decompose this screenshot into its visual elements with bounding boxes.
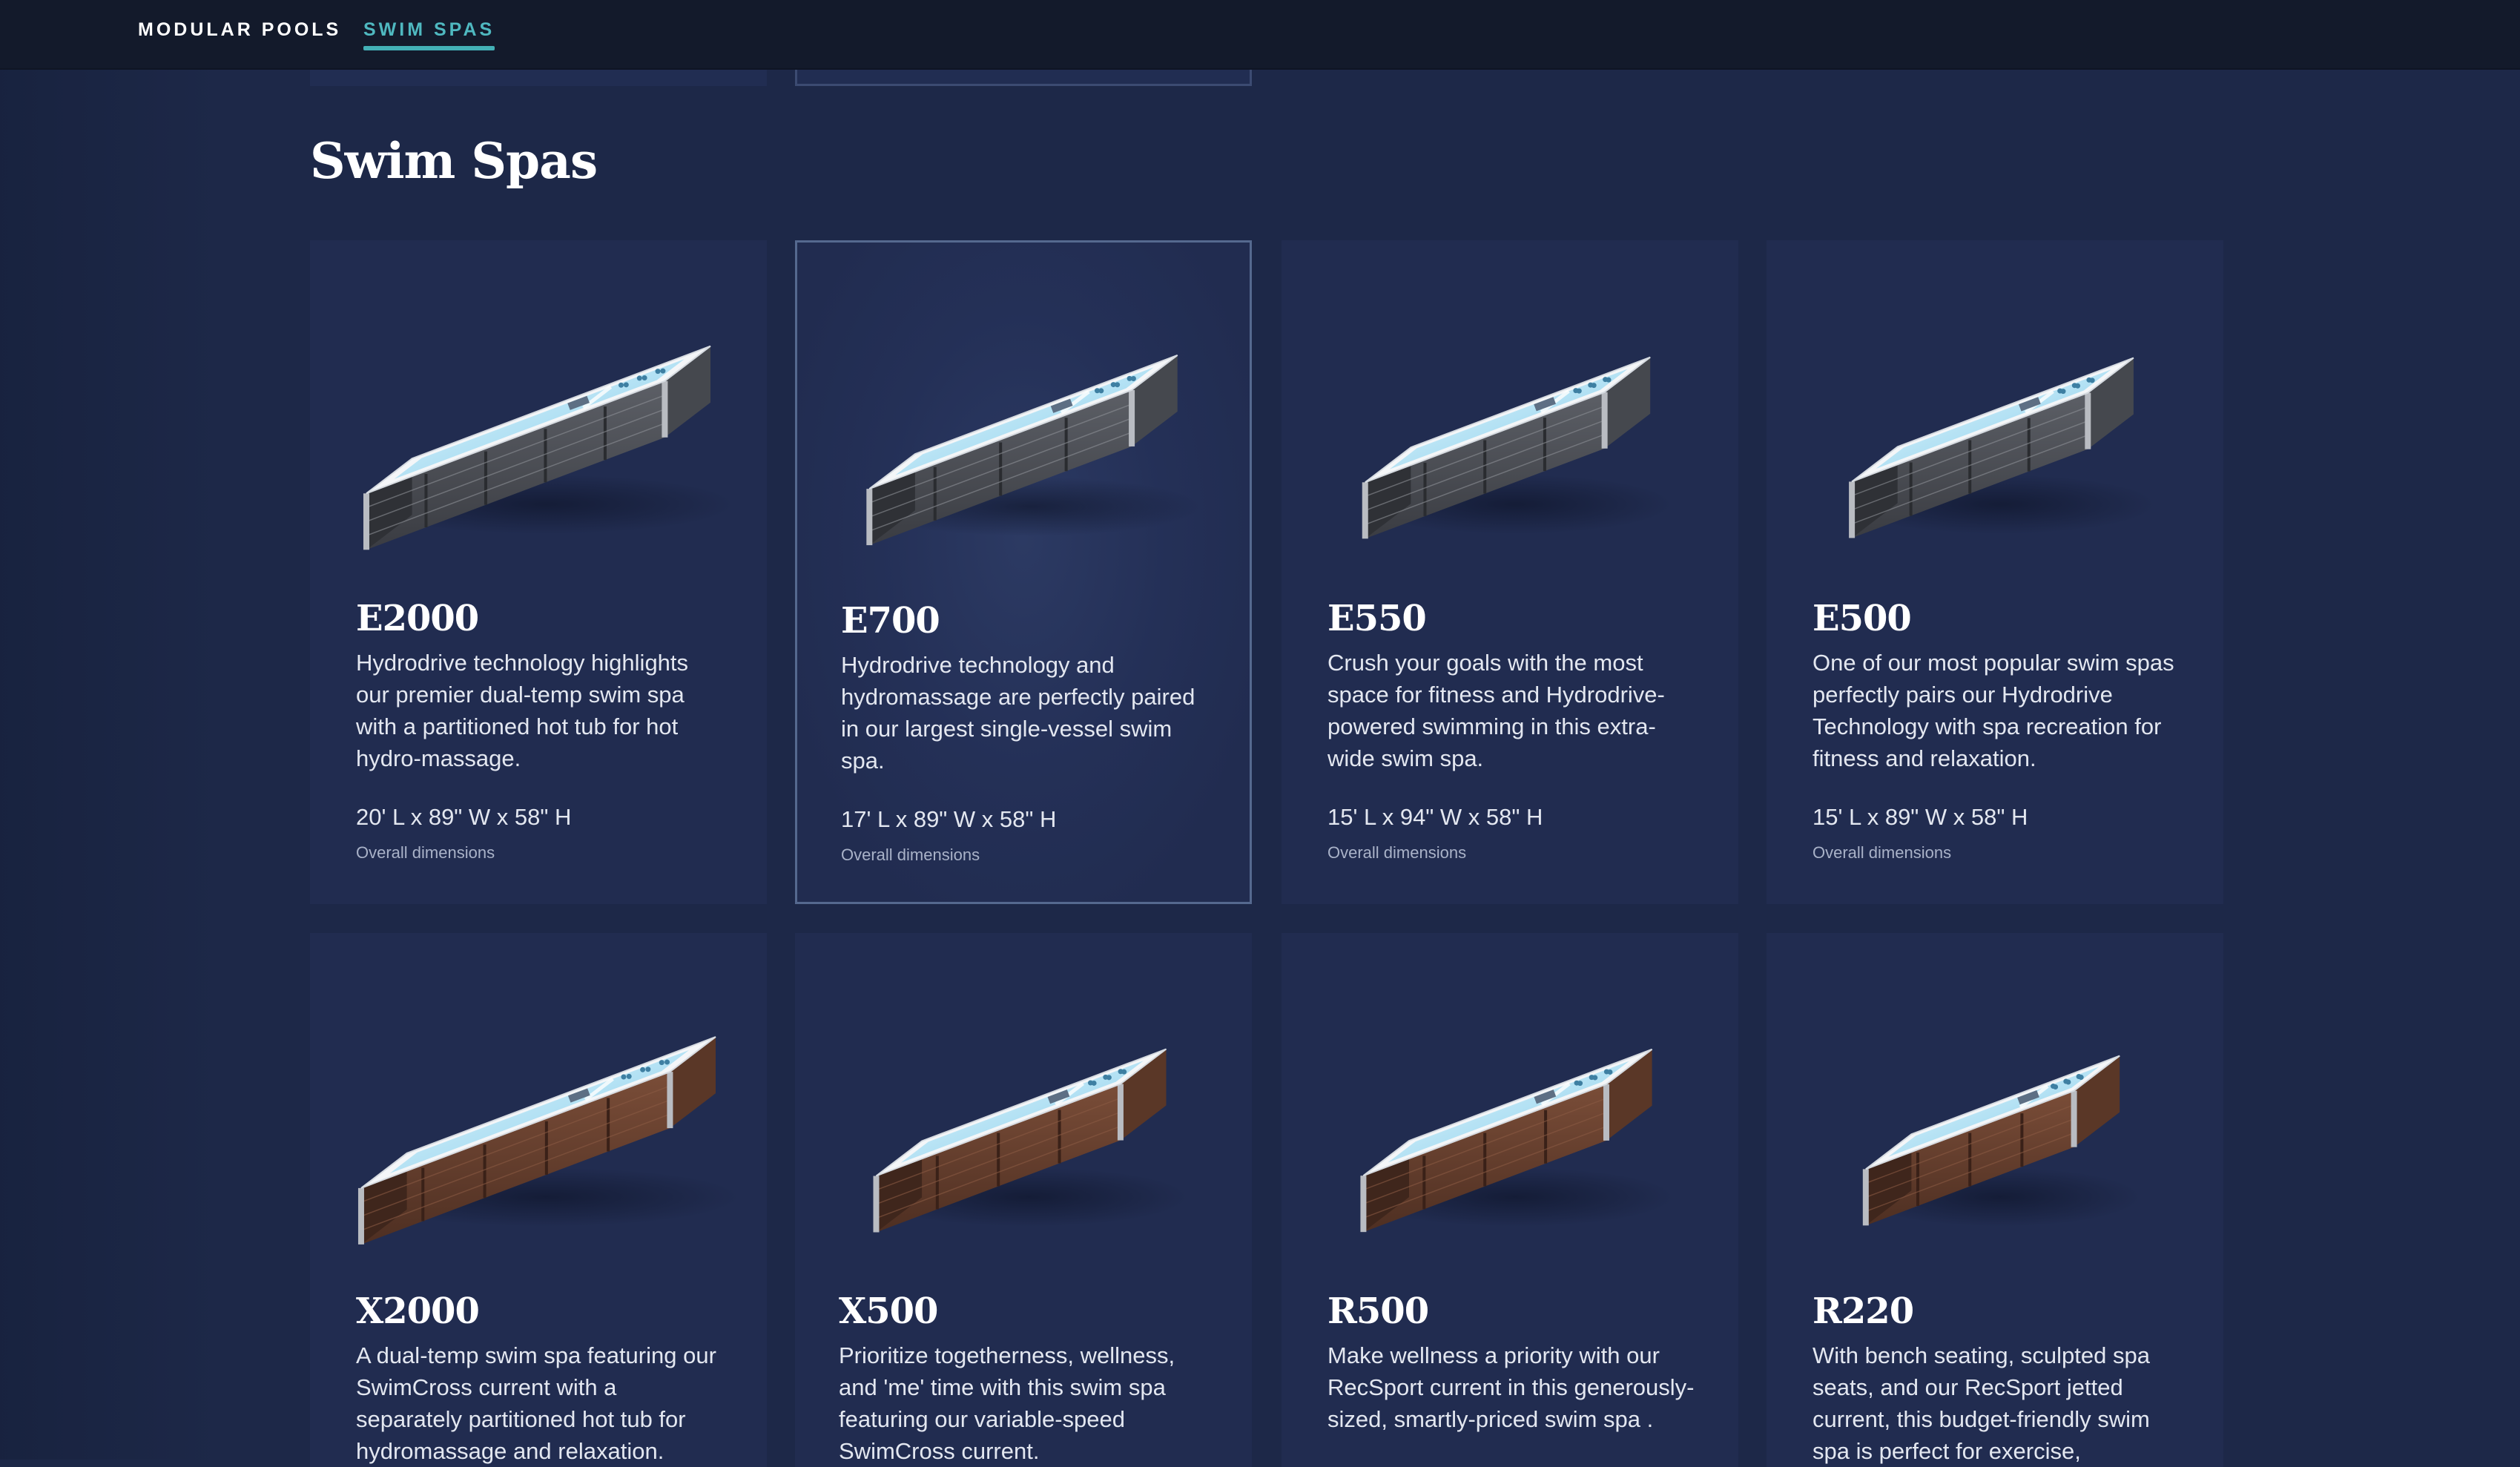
product-description: Crush your goals with the most space for…	[1327, 650, 1665, 771]
product-dimensions-label: Overall dimensions	[1813, 843, 1952, 862]
product-dimensions-label: Overall dimensions	[1327, 843, 1467, 862]
product-description: With bench seating, sculpted spa seats, …	[1813, 1342, 2150, 1464]
product-description: One of our most popular swim spas perfec…	[1813, 650, 2174, 771]
nav-item-modular-pools[interactable]: MODULAR POOLS	[138, 19, 341, 41]
product-name: X2000	[356, 1290, 480, 1332]
top-navigation: MODULAR POOLS SWIM SPAS	[0, 0, 2520, 70]
product-description: Prioritize togetherness, wellness, and '…	[839, 1342, 1175, 1464]
product-card-e550[interactable]: E550 Crush your goals with the most spac…	[1282, 240, 1738, 904]
product-dimensions: 15' L x 94" W x 58" H	[1327, 804, 1543, 830]
product-image	[1767, 933, 2223, 1245]
product-card-x500[interactable]: X500 Prioritize togetherness, wellness, …	[795, 933, 1252, 1467]
product-dimensions: 20' L x 89" W x 58" H	[356, 804, 572, 830]
product-name: R500	[1327, 1290, 1429, 1332]
product-description: A dual-temp swim spa featuring our SwimC…	[356, 1342, 716, 1464]
product-image	[1282, 933, 1738, 1245]
product-description: Hydrodrive technology highlights our pre…	[356, 650, 689, 771]
product-name: X500	[839, 1290, 938, 1332]
product-image	[795, 933, 1252, 1245]
product-card-e700[interactable]: E700 Hydrodrive technology and hydromass…	[795, 240, 1252, 904]
product-card-r220[interactable]: R220 With bench seating, sculpted spa se…	[1767, 933, 2223, 1467]
nav-item-swim-spas[interactable]: SWIM SPAS	[363, 19, 495, 50]
product-card-x2000[interactable]: X2000 A dual-temp swim spa featuring our…	[310, 933, 767, 1467]
product-image	[310, 240, 767, 552]
previous-section-card-edge	[310, 70, 767, 86]
previous-section-card-edge	[795, 70, 1252, 86]
product-name: E500	[1813, 598, 1912, 639]
product-name: R220	[1813, 1290, 1914, 1332]
active-tab-indicator	[363, 46, 495, 50]
product-description: Hydrodrive technology and hydromassage a…	[841, 652, 1195, 774]
product-card-e500[interactable]: E500 One of our most popular swim spas p…	[1767, 240, 2223, 904]
product-image	[1282, 240, 1738, 552]
product-name: E700	[841, 600, 940, 642]
product-dimensions-label: Overall dimensions	[356, 843, 495, 862]
section-title: Swim Spas	[310, 132, 598, 190]
product-card-r500[interactable]: R500 Make wellness a priority with our R…	[1282, 933, 1738, 1467]
product-dimensions-label: Overall dimensions	[841, 845, 980, 864]
product-card-e2000[interactable]: E2000 Hydrodrive technology highlights o…	[310, 240, 767, 904]
nav-item-swim-spas-label: SWIM SPAS	[363, 19, 495, 40]
product-name: E550	[1327, 598, 1427, 639]
product-description: Make wellness a priority with our RecSpo…	[1327, 1342, 1695, 1432]
product-image	[310, 933, 767, 1245]
product-image	[1767, 240, 2223, 552]
product-name: E2000	[356, 598, 479, 639]
product-dimensions: 15' L x 89" W x 58" H	[1813, 804, 2028, 830]
product-image	[797, 243, 1250, 554]
product-dimensions: 17' L x 89" W x 58" H	[841, 806, 1057, 832]
page-shadow	[0, 70, 222, 1460]
